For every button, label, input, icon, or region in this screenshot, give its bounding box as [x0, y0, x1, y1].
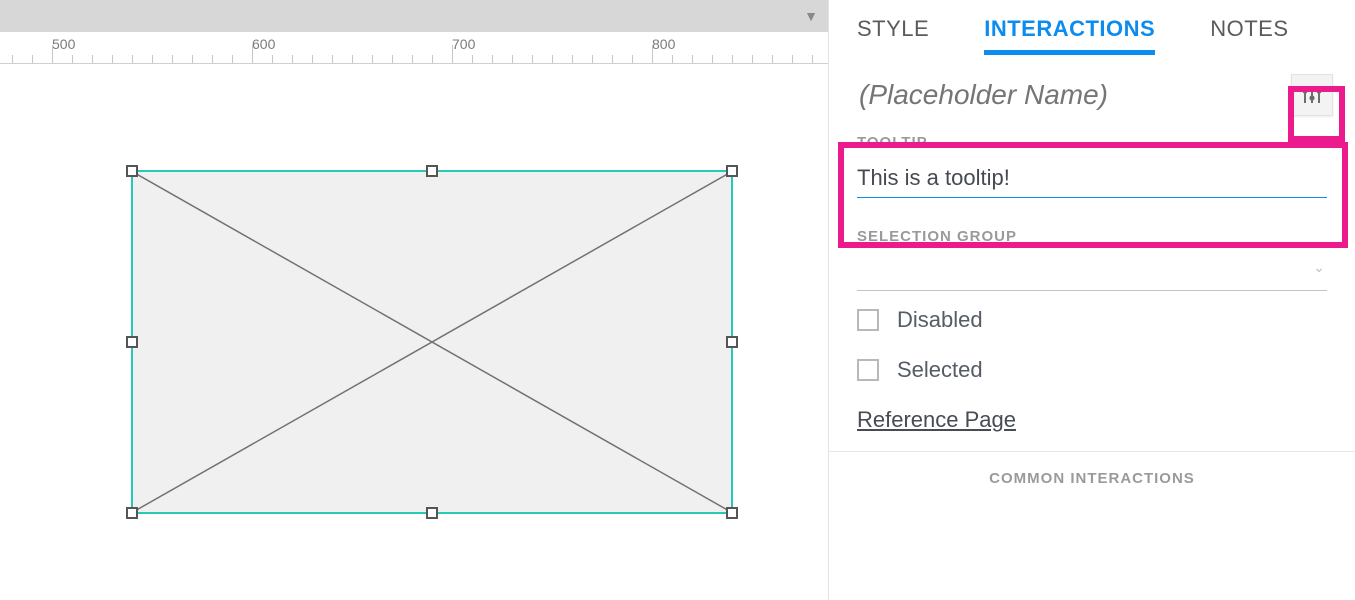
interaction-settings-button[interactable]: [1291, 74, 1333, 116]
ruler-tick: [692, 55, 693, 63]
ruler-tick: [532, 55, 533, 63]
resize-handle-mr[interactable]: [726, 336, 738, 348]
ruler-tick: [572, 55, 573, 63]
ruler-tick: [372, 55, 373, 63]
ruler-tick: [652, 45, 653, 63]
ruler-tick: [12, 55, 13, 63]
ruler-tick: [392, 55, 393, 63]
selection-group-label: SELECTION GROUP: [857, 228, 1327, 245]
inspector-panel: STYLE INTERACTIONS NOTES TOOLTIP SELECTI…: [828, 0, 1355, 600]
ruler-tick: [92, 55, 93, 63]
tab-style[interactable]: STYLE: [857, 16, 929, 55]
ruler-tick: [552, 55, 553, 63]
ruler-tick: [672, 55, 673, 63]
selection-group-section: SELECTION GROUP ⌄: [829, 202, 1355, 295]
ruler-tick: [132, 55, 133, 63]
tab-interactions[interactable]: INTERACTIONS: [984, 16, 1155, 55]
ruler-tick: [292, 55, 293, 63]
sliders-icon: [1301, 84, 1323, 106]
ruler-tick: [72, 55, 73, 63]
ruler-tick: [512, 55, 513, 63]
disabled-checkbox[interactable]: [857, 309, 879, 331]
selection-group-input[interactable]: [857, 255, 1327, 291]
ruler-tick: [172, 55, 173, 63]
resize-handle-tl[interactable]: [126, 165, 138, 177]
ruler-tick: [32, 55, 33, 63]
resize-handle-bl[interactable]: [126, 507, 138, 519]
ruler-tick: [52, 45, 53, 63]
disabled-row: Disabled: [829, 295, 1355, 345]
ruler-label: 500: [52, 36, 75, 52]
ruler-tick: [252, 45, 253, 63]
widget-name-field[interactable]: [859, 79, 1291, 111]
ruler-tick: [412, 55, 413, 63]
ruler-label: 600: [252, 36, 275, 52]
tooltip-input[interactable]: [857, 161, 1327, 198]
dropdown-icon[interactable]: ▼: [804, 8, 818, 24]
ruler-tick: [712, 55, 713, 63]
ruler-tick: [452, 45, 453, 63]
ruler-tick: [772, 55, 773, 63]
tab-notes[interactable]: NOTES: [1210, 16, 1288, 55]
canvas-area: ▼ 500 600 700 800: [0, 0, 828, 600]
ruler-label: 800: [652, 36, 675, 52]
name-row: [829, 70, 1355, 124]
ruler-tick: [332, 55, 333, 63]
canvas-workspace[interactable]: [0, 64, 828, 600]
common-interactions-header: COMMON INTERACTIONS: [829, 451, 1355, 505]
ruler-tick: [232, 55, 233, 63]
ruler-tick: [492, 55, 493, 63]
resize-handle-br[interactable]: [726, 507, 738, 519]
resize-handle-bm[interactable]: [426, 507, 438, 519]
ruler-tick: [192, 55, 193, 63]
resize-handle-tr[interactable]: [726, 165, 738, 177]
chevron-down-icon[interactable]: ⌄: [1313, 259, 1325, 276]
ruler-label: 700: [452, 36, 475, 52]
placeholder-cross-icon: [133, 172, 731, 512]
ruler-tick: [732, 55, 733, 63]
resize-handle-tm[interactable]: [426, 165, 438, 177]
ruler-tick: [612, 55, 613, 63]
ruler-tick: [592, 55, 593, 63]
ruler-tick: [792, 55, 793, 63]
disabled-label: Disabled: [897, 307, 983, 333]
horizontal-ruler: 500 600 700 800: [0, 32, 828, 64]
ruler-tick: [752, 55, 753, 63]
inspector-tabs: STYLE INTERACTIONS NOTES: [829, 0, 1355, 70]
ruler-tick: [352, 55, 353, 63]
tooltip-label: TOOLTIP: [857, 134, 1327, 151]
ruler-tick: [472, 55, 473, 63]
ruler-tick: [152, 55, 153, 63]
reference-page-link[interactable]: Reference Page: [829, 395, 1044, 451]
ruler-tick: [812, 55, 813, 63]
selected-label: Selected: [897, 357, 983, 383]
ruler-tick: [112, 55, 113, 63]
placeholder-widget[interactable]: [131, 170, 733, 514]
selected-checkbox[interactable]: [857, 359, 879, 381]
tooltip-section: TOOLTIP: [829, 124, 1355, 202]
resize-handle-ml[interactable]: [126, 336, 138, 348]
ruler-tick: [272, 55, 273, 63]
selected-row: Selected: [829, 345, 1355, 395]
ruler-tick: [432, 55, 433, 63]
ruler-tick: [312, 55, 313, 63]
ruler-tick: [212, 55, 213, 63]
ruler-tick: [632, 55, 633, 63]
canvas-top-bar: ▼: [0, 0, 828, 32]
